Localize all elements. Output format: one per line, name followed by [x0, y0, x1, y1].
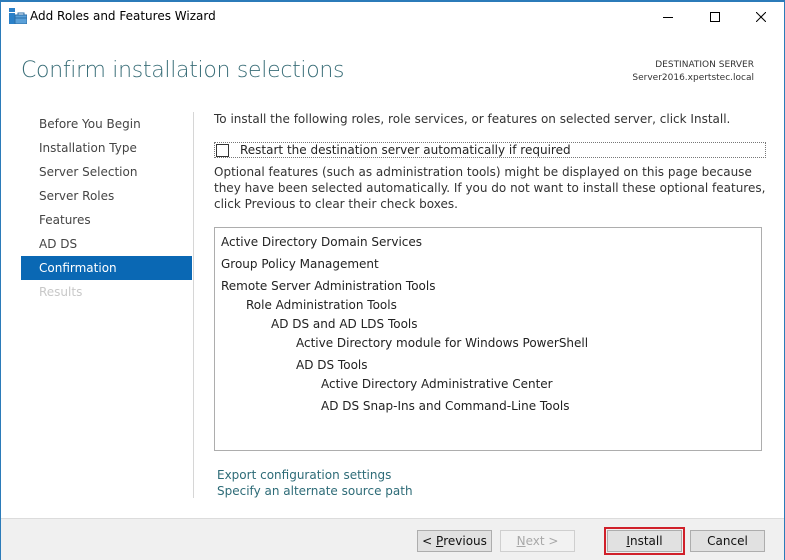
list-item: Role Administration Tools — [246, 298, 397, 312]
nav-item-results: Results — [39, 285, 83, 299]
restart-checkbox-row[interactable]: Restart the destination server automatic… — [214, 142, 766, 158]
restart-checkbox-label[interactable]: Restart the destination server automatic… — [240, 143, 571, 157]
list-item: Active Directory module for Windows Powe… — [296, 336, 589, 350]
maximize-icon — [710, 12, 720, 22]
intro-text: To install the following roles, role ser… — [214, 112, 731, 126]
install-label: nstall — [629, 534, 663, 548]
window-title: Add Roles and Features Wizard — [30, 9, 216, 23]
list-item: AD DS Snap-Ins and Command-Line Tools — [321, 399, 570, 413]
previous-label: revious — [443, 534, 487, 548]
selections-list[interactable]: Active Directory Domain Services Group P… — [214, 227, 762, 451]
nav-item-installation-type[interactable]: Installation Type — [21, 136, 192, 160]
previous-button[interactable]: < Previous — [417, 530, 492, 552]
destination-server-label: DESTINATION SERVER — [655, 60, 754, 70]
nav-item-confirmation[interactable]: Confirmation — [21, 256, 192, 280]
close-button[interactable] — [738, 2, 784, 32]
page-title: Confirm installation selections — [21, 58, 345, 83]
server-manager-icon — [9, 8, 28, 25]
button-bar: < Previous Next > Install Cancel — [1, 518, 784, 560]
destination-server-name: Server2016.xpertstec.local — [632, 73, 754, 83]
close-icon — [756, 12, 766, 22]
wizard-window: Add Roles and Features Wizard Confirm in… — [0, 0, 785, 560]
list-item: AD DS and AD LDS Tools — [271, 317, 418, 331]
next-label: ext > — [525, 534, 559, 548]
list-item: Remote Server Administration Tools — [221, 279, 436, 293]
install-button[interactable]: Install — [604, 527, 685, 555]
cancel-button[interactable]: Cancel — [690, 530, 765, 552]
nav-item-ad-ds[interactable]: AD DS — [21, 232, 192, 256]
list-item: AD DS Tools — [296, 358, 368, 372]
export-configuration-link[interactable]: Export configuration settings — [217, 467, 413, 483]
title-bar[interactable]: Add Roles and Features Wizard — [1, 2, 784, 32]
previous-prefix: < — [422, 534, 436, 548]
next-button: Next > — [500, 530, 575, 552]
nav-item-server-roles[interactable]: Server Roles — [21, 184, 192, 208]
nav-item-features[interactable]: Features — [21, 208, 192, 232]
optional-features-text: Optional features (such as administratio… — [214, 165, 766, 211]
minimize-button[interactable] — [645, 2, 691, 32]
maximize-button[interactable] — [692, 2, 738, 32]
next-mnemonic: N — [516, 534, 526, 548]
previous-mnemonic: P — [435, 534, 444, 548]
wizard-nav: Before You Begin Installation Type Serve… — [21, 112, 192, 304]
nav-item-server-selection[interactable]: Server Selection — [21, 160, 192, 184]
list-item: Group Policy Management — [221, 257, 379, 271]
destination-server: DESTINATION SERVER Server2016.xpertstec.… — [632, 59, 754, 85]
nav-divider — [193, 112, 194, 498]
list-item: Active Directory Domain Services — [221, 235, 423, 249]
nav-item-before-you-begin[interactable]: Before You Begin — [21, 112, 192, 136]
list-item: Active Directory Administrative Center — [321, 377, 553, 391]
alternate-source-path-link[interactable]: Specify an alternate source path — [217, 483, 413, 499]
restart-checkbox[interactable] — [216, 143, 229, 157]
minimize-icon — [663, 12, 673, 22]
links-section: Export configuration settings Specify an… — [217, 467, 413, 499]
